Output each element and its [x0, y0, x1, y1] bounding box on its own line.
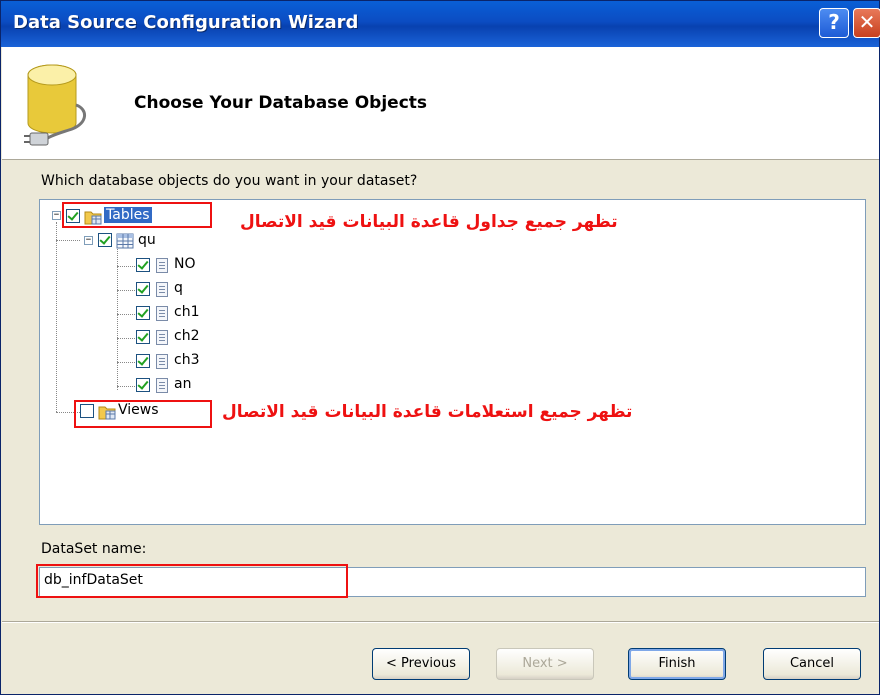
help-button[interactable]: ?: [819, 8, 849, 38]
column-icon: [156, 378, 168, 393]
previous-button[interactable]: < Previous: [372, 648, 470, 680]
views-highlight-box: [74, 400, 212, 428]
wizard-header: Choose Your Database Objects: [2, 47, 879, 160]
wizard-window: Data Source Configuration Wizard ? ✕ Cho…: [0, 0, 880, 695]
column-icon: [156, 306, 168, 321]
column-label[interactable]: ch1: [174, 304, 199, 320]
table-qu-expander[interactable]: −: [84, 236, 93, 245]
finish-button[interactable]: Finish: [628, 648, 726, 680]
tree-connector: [117, 266, 135, 267]
tree-connector: [117, 386, 135, 387]
dataset-name-label: DataSet name:: [41, 541, 147, 557]
column-label[interactable]: an: [174, 376, 191, 392]
column-checkbox[interactable]: [136, 258, 150, 272]
tree-connector: [117, 290, 135, 291]
table-qu-checkbox[interactable]: [98, 233, 112, 247]
tree-connector: [56, 240, 80, 241]
column-label[interactable]: ch2: [174, 328, 199, 344]
tree-connector: [117, 246, 118, 390]
column-icon: [156, 282, 168, 297]
column-checkbox[interactable]: [136, 282, 150, 296]
column-checkbox[interactable]: [136, 378, 150, 392]
column-label[interactable]: ch3: [174, 352, 199, 368]
column-checkbox[interactable]: [136, 306, 150, 320]
footer-separator: [2, 621, 879, 623]
tables-highlight-box: [62, 202, 212, 228]
column-checkbox[interactable]: [136, 330, 150, 344]
tree-connector: [117, 338, 135, 339]
close-button[interactable]: ✕: [853, 8, 880, 38]
tree-connector: [117, 362, 135, 363]
column-checkbox[interactable]: [136, 354, 150, 368]
objects-prompt: Which database objects do you want in yo…: [41, 173, 418, 189]
header-title: Choose Your Database Objects: [134, 93, 428, 113]
title-bar[interactable]: Data Source Configuration Wizard ? ✕: [1, 1, 880, 47]
next-button[interactable]: Next >: [496, 648, 594, 680]
tables-expander[interactable]: −: [52, 211, 61, 220]
database-objects-tree[interactable]: − Tables − qu NO q ch1 ch2 ch3 an Views …: [39, 199, 866, 525]
tables-annotation: تظهر جميع جداول قاعدة البيانات قيد الاتص…: [240, 212, 618, 232]
column-label[interactable]: q: [174, 280, 183, 296]
column-icon: [156, 354, 168, 369]
dataset-name-highlight-box: [36, 564, 348, 598]
window-title: Data Source Configuration Wizard: [13, 12, 359, 33]
table-grid-icon: [116, 233, 134, 249]
tree-connector: [56, 222, 57, 412]
column-label[interactable]: NO: [174, 256, 196, 272]
column-icon: [156, 258, 168, 273]
views-annotation: تظهر جميع استعلامات قاعدة البيانات قيد ا…: [222, 402, 633, 422]
cancel-button[interactable]: Cancel: [763, 648, 861, 680]
table-qu-label[interactable]: qu: [138, 232, 156, 248]
tree-connector: [117, 314, 135, 315]
database-plug-icon: [24, 64, 86, 146]
column-icon: [156, 330, 168, 345]
